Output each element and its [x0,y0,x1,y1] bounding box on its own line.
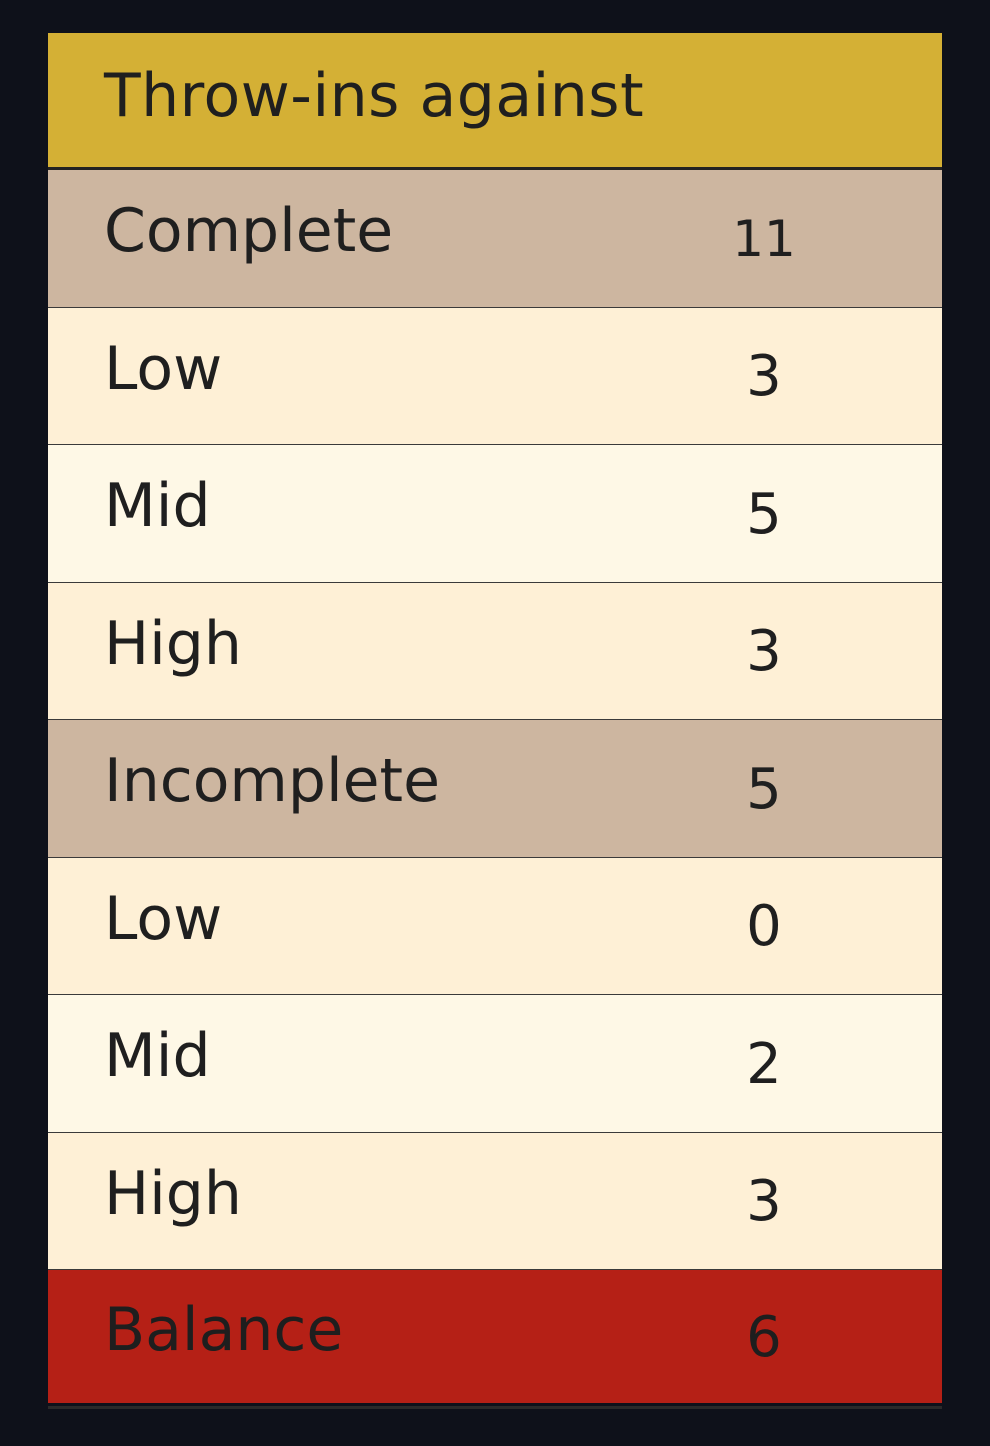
row-value: 0 [746,894,782,960]
table-row-incomplete-low: Low 0 [48,857,942,995]
table-header: Throw-ins against [48,33,942,170]
row-value: 3 [746,1169,782,1235]
row-value: 3 [746,619,782,685]
table-row-complete-high: High 3 [48,582,942,720]
row-value: 3 [746,344,782,410]
row-value: 2 [746,1031,782,1097]
table-row-complete-low: Low 3 [48,307,942,445]
throw-ins-table: Throw-ins against Complete 11 Low 3 Mid … [48,33,942,1409]
table-title: Throw-ins against [104,61,645,131]
row-value: 5 [746,756,782,822]
row-value: 5 [746,481,782,547]
table-row-incomplete-mid: Mid 2 [48,995,942,1133]
row-label: High [104,608,242,679]
row-label: Complete [104,196,394,267]
table-row-incomplete: Incomplete 5 [48,720,942,858]
row-label: Mid [104,471,211,542]
row-value: 6 [746,1305,782,1370]
row-value: 11 [732,210,796,269]
row-label: Low [104,333,223,404]
row-label: Incomplete [104,746,440,817]
row-label: Low [104,883,223,954]
row-label: Balance [104,1294,344,1365]
table-row-incomplete-high: High 3 [48,1132,942,1270]
table-row-complete-mid: Mid 5 [48,445,942,583]
table-row-complete: Complete 11 [48,170,942,308]
row-label: High [104,1158,242,1229]
table-row-balance: Balance 6 [48,1270,942,1403]
row-label: Mid [104,1021,211,1092]
